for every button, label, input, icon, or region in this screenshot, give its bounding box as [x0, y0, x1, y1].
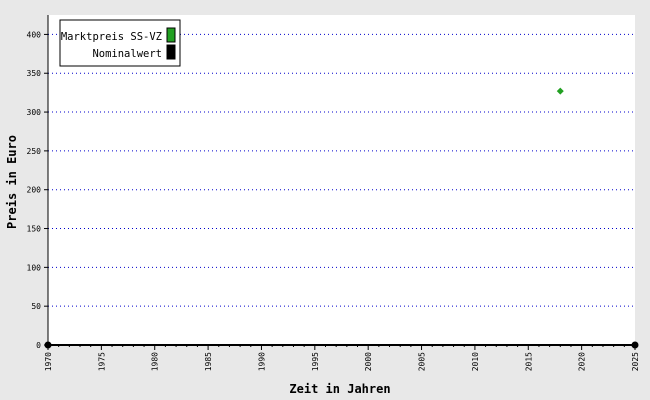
y-tick-label: 50: [31, 302, 41, 311]
x-tick-label: 2015: [524, 352, 533, 371]
point-nominalwert: [631, 341, 639, 349]
legend-label-nominalwert: Nominalwert: [92, 48, 162, 60]
chart: 0 50 100 150 200 250 300 350 400 1970 1975 1980 198…: [0, 0, 650, 400]
x-tick-label: 2005: [418, 352, 427, 371]
legend-swatch-marktpreis: [166, 27, 176, 43]
x-tick-label: 2020: [578, 352, 587, 371]
x-tick-label: 1980: [151, 352, 160, 371]
x-tick-label: 1990: [257, 352, 266, 371]
legend: Marktpreis SS-VZ Nominalwert: [59, 19, 181, 67]
y-tick-label: 250: [27, 147, 42, 156]
y-tick-label: 350: [27, 69, 42, 78]
y-tick-label: 100: [27, 263, 42, 272]
x-tick-label: 1970: [44, 352, 53, 371]
legend-label-marktpreis: Marktpreis SS-VZ: [61, 31, 162, 43]
x-tick-label: 2000: [364, 352, 373, 371]
x-tick-label: 1985: [204, 352, 213, 371]
x-axis-title: Zeit in Jahren: [289, 382, 390, 396]
point-nominalwert: [44, 341, 52, 349]
y-tick-label: 300: [27, 108, 42, 117]
x-tick-label: 2010: [471, 352, 480, 371]
y-tick-label: 150: [27, 225, 42, 234]
x-tick-label: 1975: [97, 352, 106, 371]
y-tick-label: 200: [27, 186, 42, 195]
legend-swatch-nominalwert: [166, 44, 176, 60]
y-axis-title: Preis in Euro: [5, 135, 19, 229]
x-tick-label: 2025: [631, 352, 640, 371]
y-tick-label: 400: [27, 30, 42, 39]
x-tick-label: 1995: [311, 352, 320, 371]
y-tick-label: 0: [36, 341, 41, 350]
